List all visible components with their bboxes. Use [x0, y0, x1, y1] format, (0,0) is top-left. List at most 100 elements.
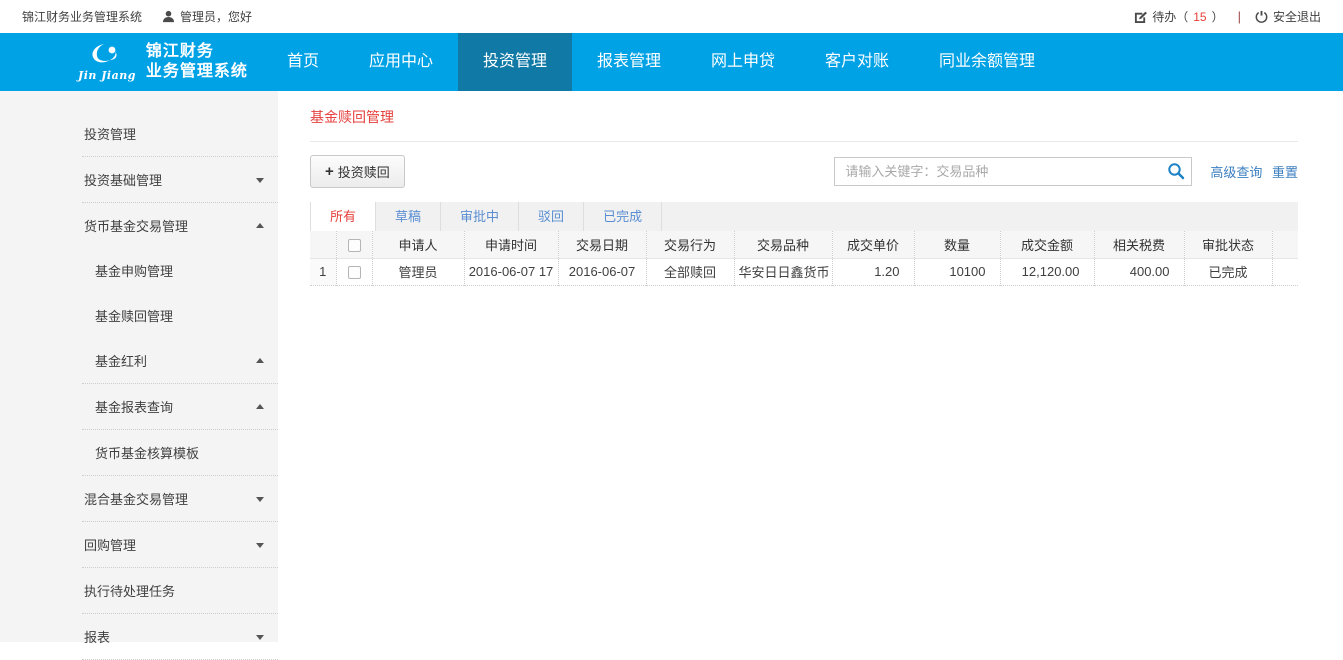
main-panel: 基金赎回管理 + 投资赎回 高级查询 重置 [278, 91, 1343, 642]
sidebar-item-label: 基金报表查询 [95, 400, 173, 415]
nav-item-investment[interactable]: 投资管理 [458, 33, 572, 91]
cell-trade-action: 全部赎回 [646, 258, 734, 285]
jinjiang-swoosh-icon [90, 42, 124, 72]
cell-related-tax: 400.00 [1094, 258, 1184, 285]
plus-icon: + [325, 164, 334, 179]
row-checkbox-cell [336, 258, 372, 285]
cell-deal-amount: 12,120.00 [1000, 258, 1094, 285]
nav-item-app-center[interactable]: 应用中心 [344, 33, 458, 91]
header-apply-time: 申请时间 [464, 231, 558, 258]
sidebar-item-label: 报表 [84, 630, 110, 645]
header-trade-product: 交易品种 [734, 231, 832, 258]
logo-script: Jin Jiang [78, 69, 136, 82]
chevron-up-icon [256, 223, 264, 228]
cell-quantity: 10100 [914, 258, 1000, 285]
logout-label: 安全退出 [1273, 8, 1321, 25]
search-button[interactable] [1166, 162, 1186, 182]
sidebar-item-pending-tasks[interactable]: 执行待处理任务 [82, 568, 278, 614]
nav-menu: 首页 应用中心 投资管理 报表管理 网上申贷 客户对账 同业余额管理 [262, 33, 1060, 91]
nav-item-home[interactable]: 首页 [262, 33, 344, 91]
tab-rejected[interactable]: 驳回 [518, 202, 583, 231]
search-input[interactable] [834, 157, 1192, 186]
sidebar-item-investment-basic-mgmt[interactable]: 投资基础管理 [82, 157, 278, 203]
query-links: 高级查询 重置 [1204, 162, 1298, 181]
chevron-down-icon [256, 635, 264, 640]
logo-line2: 业务管理系统 [146, 62, 248, 82]
user-greeting-group: 管理员，您好 [162, 8, 252, 25]
sidebar-item-label: 回购管理 [84, 538, 136, 553]
sidebar-item-repurchase-mgmt[interactable]: 回购管理 [82, 522, 278, 568]
sidebar-item-reports[interactable]: 报表 [82, 614, 278, 660]
sidebar-item-money-fund-accounting-template[interactable]: 货币基金核算模板 [82, 430, 278, 476]
edit-icon [1134, 10, 1147, 23]
sidebar-item-fund-subscription-mgmt[interactable]: 基金申购管理 [82, 248, 278, 293]
select-all-checkbox[interactable] [348, 239, 361, 252]
top-bar: 锦江财务业务管理系统 管理员，您好 待办（15） | 安全退出 [0, 0, 1343, 33]
sidebar-item-fund-report-query[interactable]: 基金报表查询 [82, 384, 278, 430]
sidebar-item-money-fund-trade-mgmt[interactable]: 货币基金交易管理 [82, 203, 278, 248]
header-unit-price: 成交单价 [832, 231, 914, 258]
cell-trade-product: 华安日日鑫货币 [734, 258, 832, 285]
header-approval-status: 审批状态 [1184, 231, 1272, 258]
cell-approval-status: 已完成 [1184, 258, 1272, 285]
advanced-query-link[interactable]: 高级查询 [1210, 165, 1262, 180]
sidebar: 投资管理 投资基础管理 货币基金交易管理 基金申购管理 基金赎回管理 基金红利 … [0, 91, 278, 642]
redemption-table: 申请人 申请时间 交易日期 交易行为 交易品种 成交单价 数量 成交金额 相关税… [310, 231, 1298, 286]
tab-completed[interactable]: 已完成 [583, 202, 662, 231]
sidebar-item-investment-mgmt[interactable]: 投资管理 [82, 111, 278, 157]
status-tabstrip: 所有 草稿 审批中 驳回 已完成 [310, 202, 1298, 231]
header-trade-date: 交易日期 [558, 231, 646, 258]
reset-link[interactable]: 重置 [1272, 165, 1298, 180]
header-trade-action: 交易行为 [646, 231, 734, 258]
topbar-separator: | [1238, 9, 1241, 24]
nav-item-interbank-balance[interactable]: 同业余额管理 [914, 33, 1060, 91]
header-related-tax: 相关税费 [1094, 231, 1184, 258]
sidebar-item-fund-dividend[interactable]: 基金红利 [82, 338, 278, 384]
row-checkbox[interactable] [348, 266, 361, 279]
chevron-down-icon [256, 497, 264, 502]
user-icon [162, 10, 175, 23]
tab-in-approval[interactable]: 审批中 [440, 202, 518, 231]
sidebar-item-label: 混合基金交易管理 [84, 492, 188, 507]
header-applicant: 申请人 [372, 231, 464, 258]
table-row[interactable]: 1 管理员 2016-06-07 17 2016-06-07 全部赎回 华安日日… [310, 258, 1298, 285]
todo-suffix: ） [1212, 8, 1224, 25]
logo-mark: Jin Jiang [78, 42, 136, 82]
search-box [834, 157, 1192, 186]
sidebar-item-fund-redemption-mgmt[interactable]: 基金赎回管理 [82, 293, 278, 338]
main-navbar: Jin Jiang 锦江财务 业务管理系统 首页 应用中心 投资管理 报表管理 … [0, 33, 1343, 91]
sidebar-item-label: 货币基金交易管理 [84, 219, 188, 234]
chevron-down-icon [256, 543, 264, 548]
cell-filler [1272, 258, 1298, 285]
tab-all[interactable]: 所有 [310, 202, 375, 231]
header-filler [1272, 231, 1298, 258]
todo-label: 待办（ [1152, 8, 1188, 25]
cell-apply-time: 2016-06-07 17 [464, 258, 558, 285]
content-area: 投资管理 投资基础管理 货币基金交易管理 基金申购管理 基金赎回管理 基金红利 … [0, 91, 1343, 642]
logo-line1: 锦江财务 [146, 42, 248, 62]
nav-item-customer-reconciliation[interactable]: 客户对账 [800, 33, 914, 91]
table-header-row: 申请人 申请时间 交易日期 交易行为 交易品种 成交单价 数量 成交金额 相关税… [310, 231, 1298, 258]
power-icon [1255, 10, 1268, 23]
cell-unit-price: 1.20 [832, 258, 914, 285]
todo-count: 15 [1193, 10, 1206, 24]
chevron-up-icon [256, 358, 264, 363]
user-greeting: 管理员，您好 [180, 8, 252, 25]
chevron-down-icon [256, 178, 264, 183]
cell-trade-date: 2016-06-07 [558, 258, 646, 285]
sidebar-item-mixed-fund-trade-mgmt[interactable]: 混合基金交易管理 [82, 476, 278, 522]
logout-link[interactable]: 安全退出 [1255, 8, 1321, 25]
todo-link[interactable]: 待办（ 15 ） [1134, 8, 1223, 25]
sidebar-item-label: 投资基础管理 [84, 173, 162, 188]
logo-title: 锦江财务 业务管理系统 [146, 42, 248, 82]
add-redemption-button[interactable]: + 投资赎回 [310, 155, 405, 188]
nav-item-reports[interactable]: 报表管理 [572, 33, 686, 91]
tab-draft[interactable]: 草稿 [375, 202, 440, 231]
header-deal-amount: 成交金额 [1000, 231, 1094, 258]
brand-logo[interactable]: Jin Jiang 锦江财务 业务管理系统 [78, 33, 248, 91]
nav-item-online-loan[interactable]: 网上申贷 [686, 33, 800, 91]
chevron-up-icon [256, 404, 264, 409]
header-quantity: 数量 [914, 231, 1000, 258]
toolbar: + 投资赎回 高级查询 重置 [310, 155, 1298, 188]
sidebar-item-label: 基金红利 [95, 354, 147, 369]
